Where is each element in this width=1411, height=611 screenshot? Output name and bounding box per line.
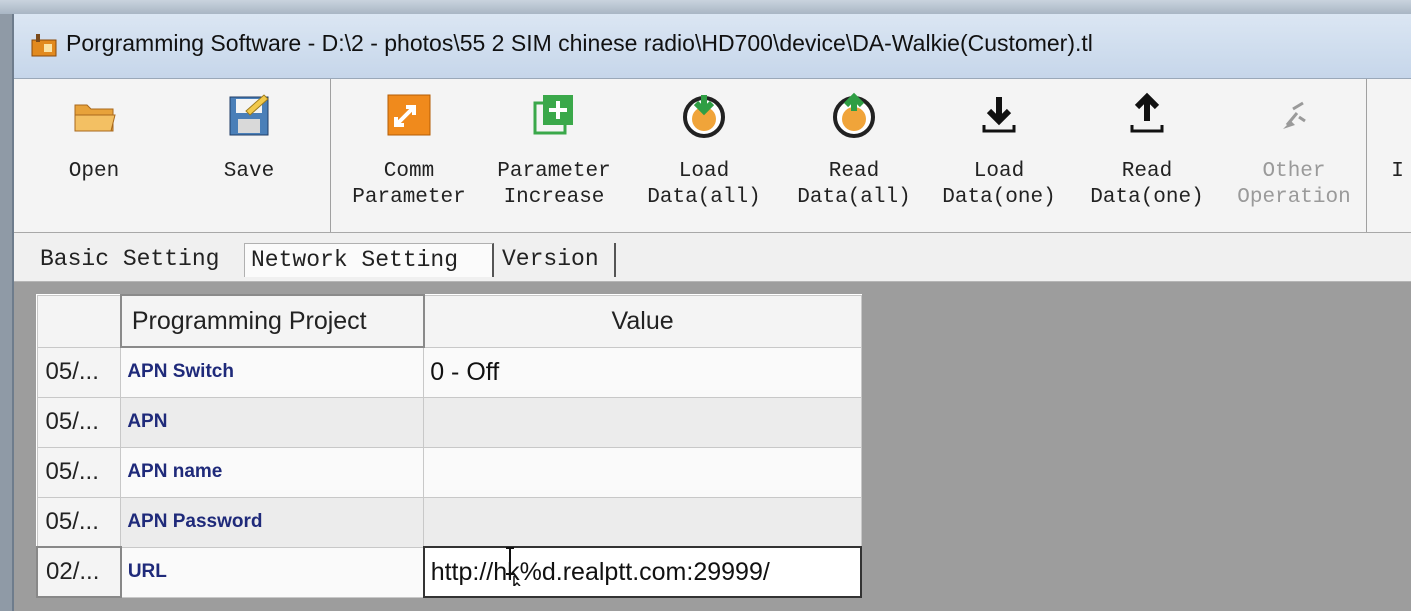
parameter-grid: Programming Project Value 05/... APN Swi… [36, 294, 863, 598]
radio-app-icon [31, 34, 57, 57]
project-cell: APN Switch [120, 346, 425, 398]
toolbar: Open Save Comm Parameter Parameter Incre… [14, 79, 1411, 233]
value-cell[interactable] [423, 446, 862, 498]
add-box-icon [533, 95, 573, 135]
load-data-all-label: Load Data(all) [647, 160, 761, 209]
value-cell[interactable] [423, 396, 862, 448]
table-row[interactable]: 05/... APN Password [36, 496, 862, 548]
save-button[interactable]: Save [199, 79, 299, 232]
download-arrow-icon [982, 97, 1016, 133]
read-data-one-label: Read Data(one) [1090, 160, 1204, 209]
row-id[interactable]: 05/... [36, 396, 122, 448]
floppy-disk-icon [229, 94, 269, 136]
parameter-increase-label: Parameter Increase [497, 160, 611, 209]
table-row[interactable]: 05/... APN name [36, 446, 862, 498]
load-data-one-button[interactable]: Load Data(one) [929, 79, 1069, 232]
read-data-all-icon [833, 92, 875, 138]
open-button[interactable]: Open [44, 79, 144, 232]
app-window: Porgramming Software - D:\2 - photos\55 … [12, 14, 1411, 611]
partial-toolbar-label: I [1391, 160, 1404, 183]
grid-corner-header [36, 294, 122, 348]
desktop-background [0, 0, 1411, 14]
project-cell: APN name [120, 446, 425, 498]
load-data-one-label: Load Data(one) [942, 160, 1056, 209]
project-cell: APN Password [120, 496, 425, 548]
load-data-all-button[interactable]: Load Data(all) [634, 79, 774, 232]
title-bar: Porgramming Software - D:\2 - photos\55 … [14, 14, 1411, 79]
row-id[interactable]: 05/... [36, 496, 122, 548]
other-operation-label: Other Operation [1237, 160, 1351, 209]
window-title: Porgramming Software - D:\2 - photos\55 … [66, 30, 1093, 56]
tab-version[interactable]: Version [496, 243, 616, 277]
mouse-cursor-icon [506, 547, 521, 586]
programming-project-header[interactable]: Programming Project [119, 294, 425, 348]
read-data-all-label: Read Data(all) [797, 160, 911, 209]
parameter-increase-button[interactable]: Parameter Increase [484, 79, 624, 232]
toolbar-separator [1366, 79, 1367, 232]
project-cell: URL [120, 546, 425, 598]
open-label: Open [68, 160, 120, 183]
row-id[interactable]: 02/... [36, 546, 122, 598]
other-operation-icon [1283, 101, 1306, 129]
read-data-all-button[interactable]: Read Data(all) [784, 79, 924, 232]
grid-header-row: Programming Project Value [36, 294, 862, 348]
read-data-one-button[interactable]: Read Data(one) [1077, 79, 1217, 232]
table-row[interactable]: 05/... APN Switch 0 - Off [36, 346, 862, 398]
partial-toolbar-button[interactable]: I [1384, 79, 1411, 232]
content-area: Programming Project Value 05/... APN Swi… [14, 282, 1411, 611]
other-operation-button[interactable]: Other Operation [1224, 79, 1364, 232]
load-data-all-icon [683, 95, 725, 138]
table-row[interactable]: 05/... APN [36, 396, 862, 448]
comm-parameter-icon [387, 94, 431, 136]
table-row[interactable]: 02/... URL http://hk%d.realptt.com:29999… [36, 546, 863, 598]
folder-icon [74, 104, 116, 132]
project-cell: APN [120, 396, 425, 448]
comm-parameter-label: Comm Parameter [352, 160, 466, 209]
save-label: Save [223, 160, 275, 183]
tab-network-setting[interactable]: Network Setting [244, 243, 494, 277]
upload-arrow-icon [1130, 92, 1164, 133]
value-cell[interactable]: 0 - Off [423, 346, 862, 398]
toolbar-separator [330, 79, 331, 232]
tab-strip: Basic Setting Network Setting Version [14, 233, 1411, 282]
value-cell[interactable] [423, 496, 862, 548]
comm-parameter-button[interactable]: Comm Parameter [339, 79, 479, 232]
tab-basic-setting[interactable]: Basic Setting [34, 243, 242, 277]
url-value-editor[interactable]: http://hk%d.realptt.com:29999/ [422, 546, 863, 598]
row-id[interactable]: 05/... [36, 446, 122, 498]
value-header[interactable]: Value [423, 294, 862, 348]
row-id[interactable]: 05/... [36, 346, 122, 398]
